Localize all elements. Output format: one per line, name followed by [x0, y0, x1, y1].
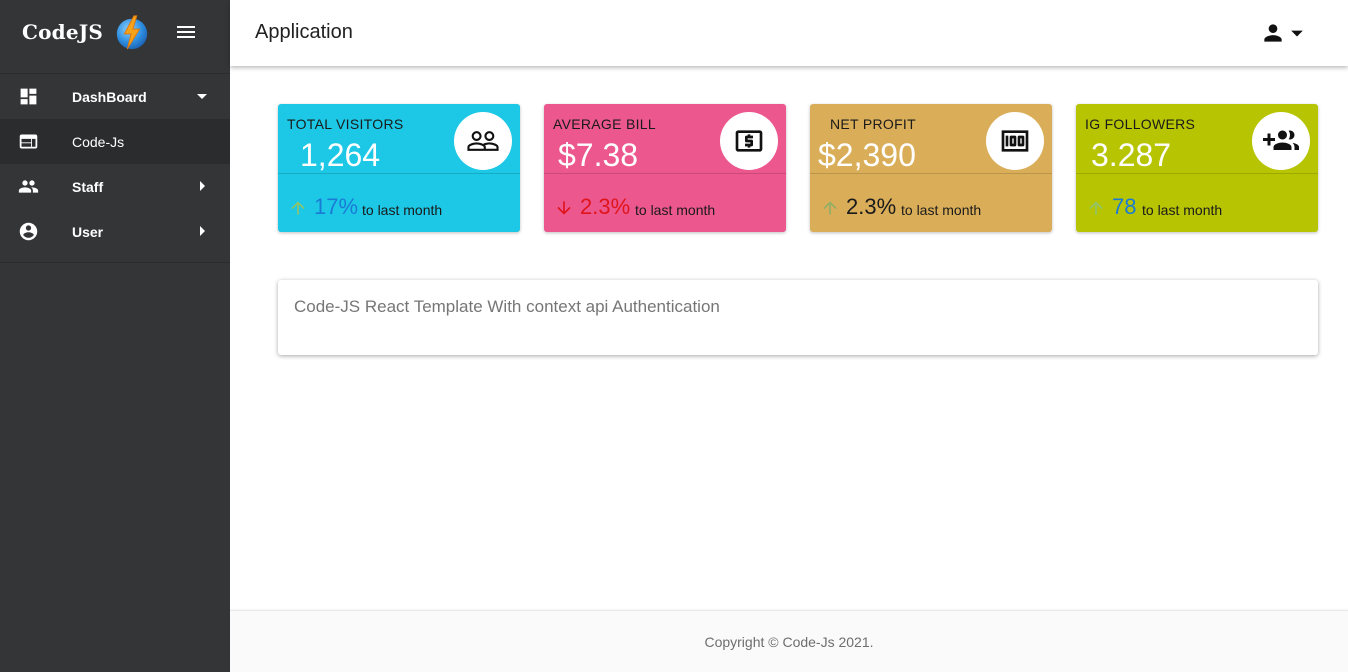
lightning-globe-icon [116, 15, 148, 50]
caret-down-icon [1291, 30, 1303, 37]
card-value: 1,264 [300, 137, 381, 173]
group-add-icon [1263, 130, 1299, 150]
card-title: IG FOLLOWERS [1085, 116, 1196, 132]
dollar-bill-icon [735, 130, 763, 152]
arrow-up-icon [291, 201, 305, 215]
account-circle-icon [19, 222, 38, 241]
brand-name: CodeJS [22, 20, 104, 44]
arrow-up-icon [1089, 201, 1103, 215]
change-value: 2.3% [580, 194, 631, 219]
sidebar-item-dashboard[interactable]: DashBoard [0, 74, 230, 119]
change-value: 2.3% [846, 194, 897, 219]
people-icon [18, 180, 39, 193]
dashboard-icon [20, 88, 37, 105]
web-window-icon [19, 134, 38, 149]
sidebar-item-label: User [72, 223, 104, 240]
caret-down-icon [197, 94, 207, 99]
card-icon-circle [986, 112, 1044, 170]
copyright-text: Copyright © Code-Js 2021. [704, 634, 874, 650]
sidebar-item-user[interactable]: User [0, 209, 230, 254]
person-icon [1264, 24, 1282, 42]
card-footer: 2.3% to last month [810, 194, 1052, 224]
caret-right-icon [200, 181, 205, 191]
card-title: NET PROFIT [830, 116, 916, 132]
change-value: 17% [314, 194, 359, 219]
card-value: $7.38 [558, 137, 639, 173]
change-value: 78 [1112, 194, 1137, 219]
arrow-up-icon [823, 201, 837, 215]
card-value: 3.287 [1091, 137, 1172, 173]
arrow-down-icon [557, 201, 571, 215]
info-panel-text: Code-JS React Template With context api … [294, 297, 720, 316]
card-footer: 78 to last month [1076, 194, 1318, 224]
card-footer: 2.3% to last month [544, 194, 786, 224]
change-note: to last month [901, 202, 982, 218]
hamburger-menu-icon[interactable] [176, 22, 196, 42]
people-outline-icon [467, 131, 499, 151]
footer: Copyright © Code-Js 2021. [230, 610, 1348, 672]
card-icon-circle [1252, 112, 1310, 170]
sidebar: CodeJS DashBoard Code-Js Staff User [0, 0, 230, 672]
sidebar-item-label: Code-Js [72, 133, 125, 150]
caret-right-icon [200, 226, 205, 236]
stat-card-total-visitors: TOTAL VISITORS 1,264 17% to last month [278, 104, 520, 232]
change-note: to last month [1142, 202, 1223, 218]
card-icon-circle [720, 112, 778, 170]
sidebar-nav: DashBoard Code-Js Staff User [0, 73, 230, 263]
change-note: to last month [635, 202, 716, 218]
sidebar-item-label: Staff [72, 178, 104, 195]
sidebar-item-label: DashBoard [72, 88, 147, 105]
card-footer: 17% to last month [278, 194, 520, 224]
stat-card-average-bill: AVERAGE BILL $7.38 2.3% to last month [544, 104, 786, 232]
stat-card-net-profit: NET PROFIT $2,390 2.3% to last month [810, 104, 1052, 232]
card-title: AVERAGE BILL [553, 116, 656, 132]
stat-card-ig-followers: IG FOLLOWERS 3.287 78 to last month [1076, 104, 1318, 232]
card-value: $2,390 [818, 137, 916, 173]
money-icon [1001, 130, 1029, 152]
info-panel: Code-JS React Template With context api … [278, 280, 1318, 355]
card-title: TOTAL VISITORS [287, 116, 404, 132]
change-note: to last month [362, 202, 443, 218]
page-title: Application [255, 21, 353, 43]
user-menu-button[interactable] [1260, 20, 1308, 46]
sidebar-item-staff[interactable]: Staff [0, 164, 230, 209]
top-app-bar: Application [230, 0, 1348, 66]
sidebar-item-code-js[interactable]: Code-Js [0, 119, 230, 164]
card-icon-circle [454, 112, 512, 170]
